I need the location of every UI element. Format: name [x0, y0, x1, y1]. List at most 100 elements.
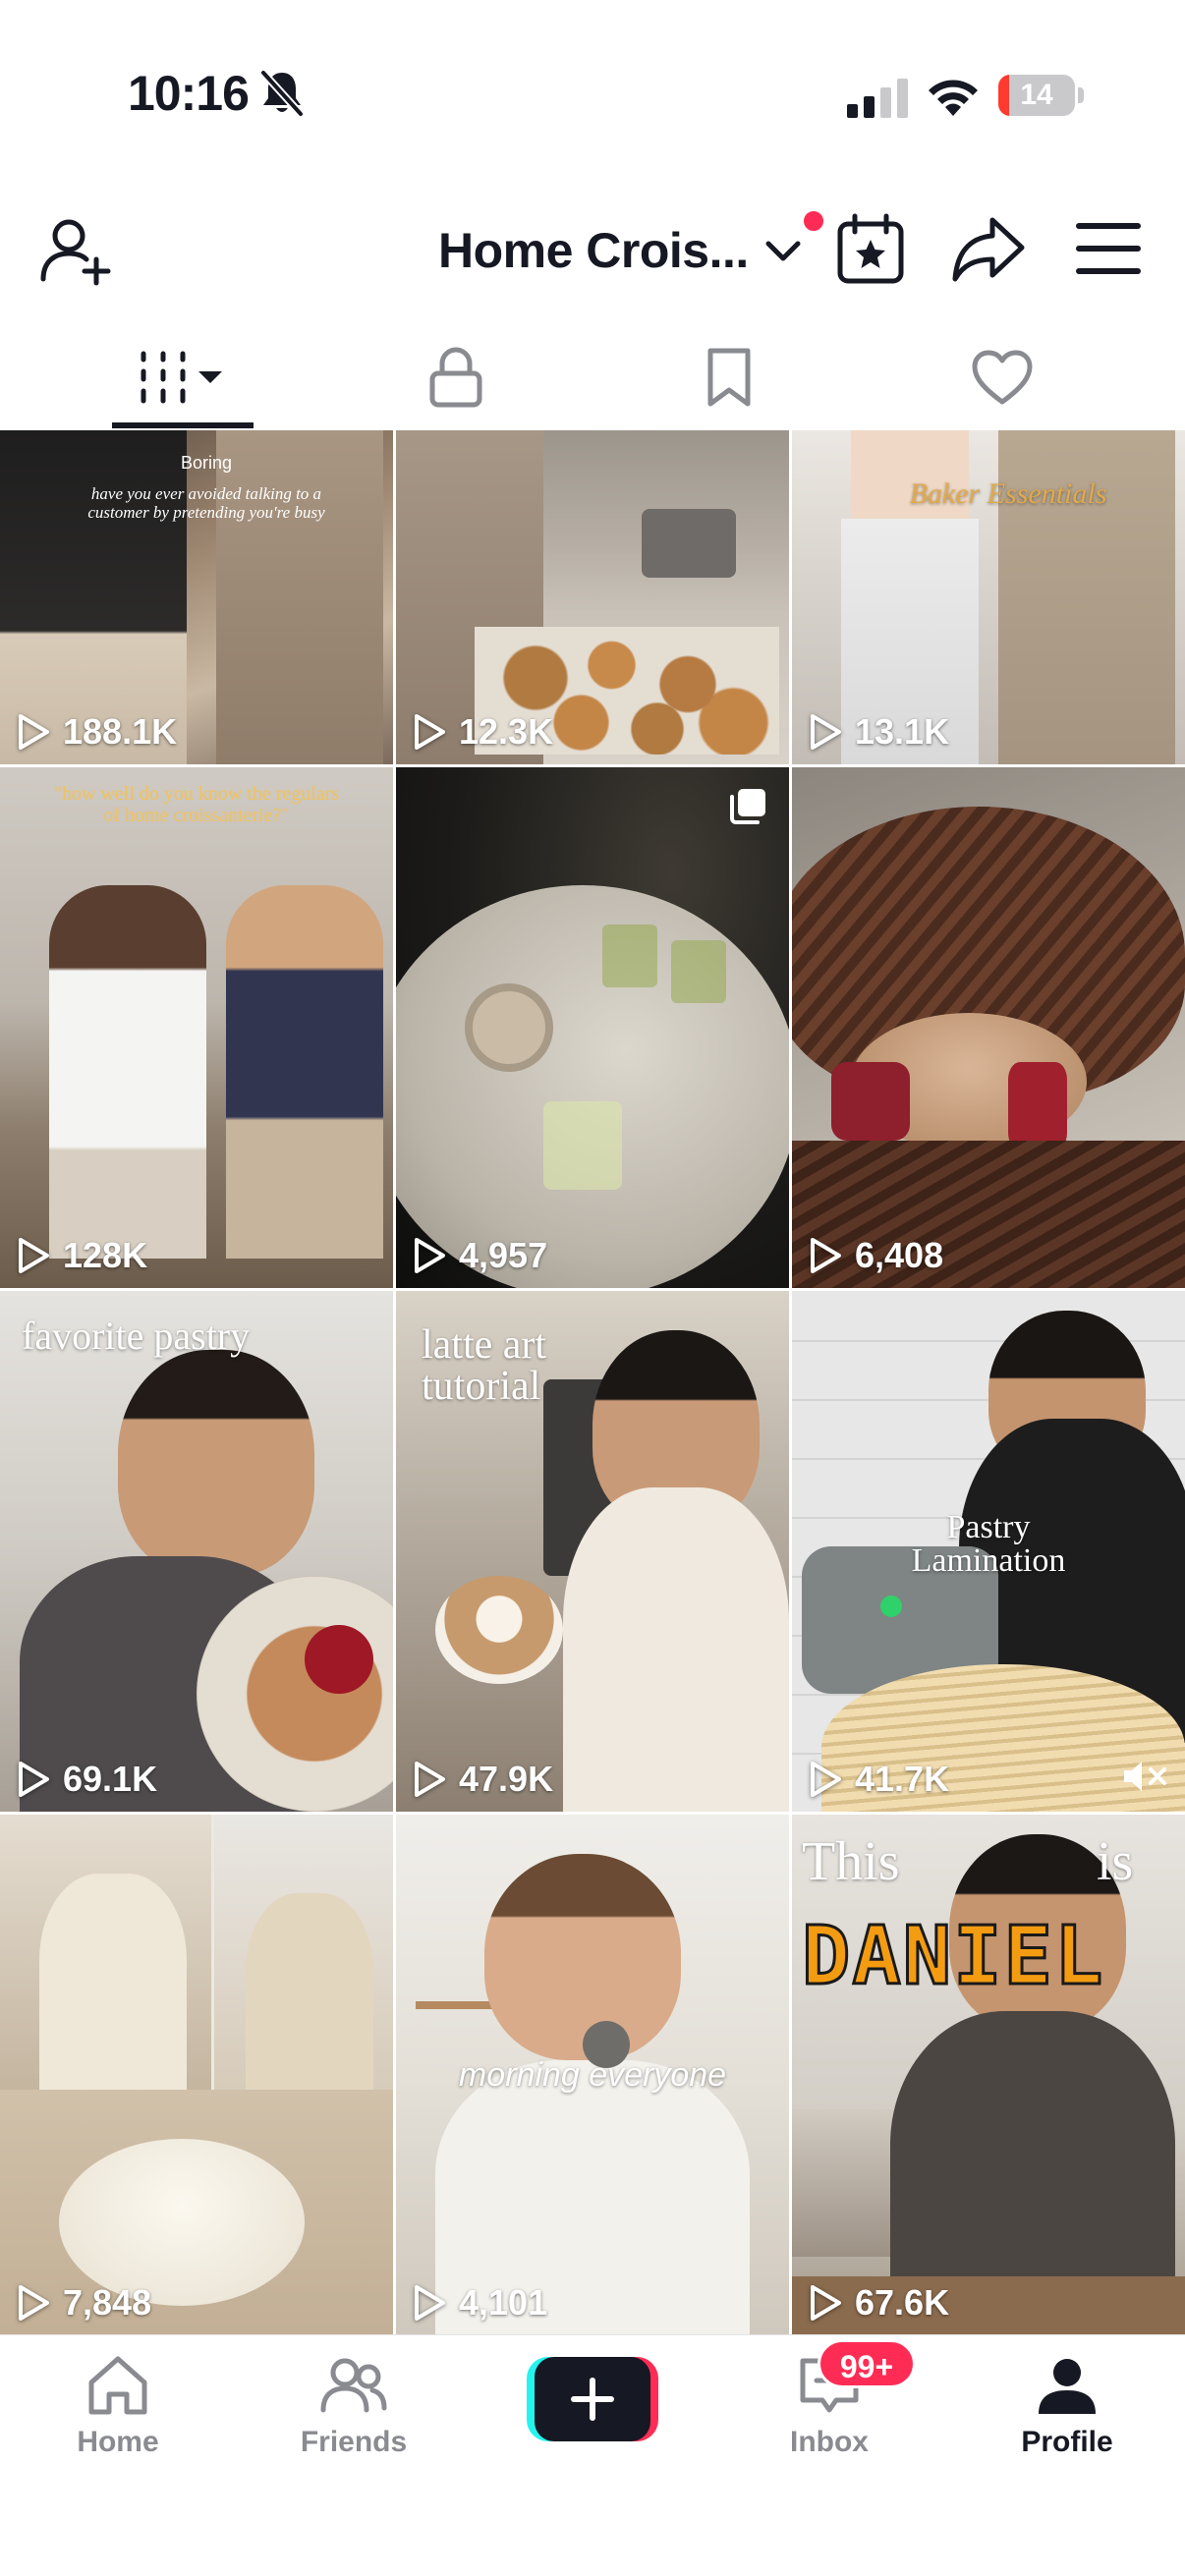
account-switcher[interactable]: Home Crois...	[438, 216, 804, 285]
overlay-title: Boring	[180, 453, 233, 473]
home-icon	[88, 2356, 147, 2415]
heart-icon	[972, 350, 1033, 405]
video-thumbnail[interactable]: 4,957	[396, 767, 789, 1288]
video-thumbnail[interactable]: favorite pastry 69.1K	[0, 1291, 393, 1812]
profile-tabs	[0, 324, 1185, 430]
nav-home-label: Home	[77, 2426, 159, 2458]
view-count: 67.6K	[808, 2282, 949, 2324]
hamburger-menu-icon[interactable]	[1073, 216, 1144, 281]
account-name: Home Crois...	[438, 223, 749, 278]
overlay-title: favorite pastry	[22, 1314, 251, 1358]
bell-slash-icon	[260, 70, 304, 117]
play-icon	[415, 1762, 445, 1797]
view-count-value: 41.7K	[855, 1759, 950, 1799]
add-user-icon[interactable]	[39, 214, 114, 289]
tab-videos[interactable]	[112, 324, 254, 430]
video-thumbnail[interactable]: latte art tutorial 47.9K	[396, 1291, 789, 1812]
tab-private[interactable]	[387, 324, 525, 430]
battery-percent: 14	[1020, 79, 1053, 111]
view-count: 69.1K	[16, 1759, 157, 1800]
chevron-down-icon	[765, 241, 801, 261]
video-thumbnail[interactable]: Baker Essentials 13.1K	[792, 430, 1185, 764]
play-icon	[19, 1762, 49, 1797]
view-count-value: 188.1K	[63, 711, 178, 752]
view-count-value: 67.6K	[855, 2282, 950, 2323]
wifi-icon	[929, 80, 978, 116]
create-button[interactable]	[527, 2357, 658, 2441]
battery-indicator: 14	[998, 75, 1084, 116]
active-tab-indicator	[112, 422, 254, 428]
play-icon	[19, 714, 49, 750]
play-icon	[811, 1238, 841, 1273]
view-count: 47.9K	[412, 1759, 553, 1800]
play-icon	[811, 2285, 841, 2321]
nav-profile-label: Profile	[1021, 2426, 1113, 2458]
calendar-star-icon[interactable]	[835, 212, 906, 287]
view-count: 41.7K	[808, 1759, 949, 1800]
friends-icon	[320, 2358, 387, 2413]
status-time: 10:16	[128, 66, 250, 121]
notification-dot	[801, 208, 826, 234]
view-count-value: 69.1K	[63, 1759, 158, 1799]
video-grid: Boring have you ever avoided talking to …	[0, 430, 1185, 2335]
muted-speaker-icon[interactable]	[1120, 1757, 1169, 1796]
plus-icon	[571, 2378, 614, 2421]
overlay-title-part1: This	[802, 1831, 900, 1892]
overlay-title: "how well do you know the regulars of ho…	[53, 783, 340, 826]
video-thumbnail[interactable]: Pastry Lamination 41.7K	[792, 1291, 1185, 1812]
share-arrow-icon[interactable]	[951, 214, 1026, 285]
nav-friends[interactable]: Friends	[265, 2351, 442, 2459]
profile-icon	[1039, 2359, 1096, 2414]
view-count-value: 4,101	[459, 2282, 548, 2323]
view-count-value: 47.9K	[459, 1759, 554, 1799]
view-count: 128K	[16, 1235, 147, 1276]
play-icon	[811, 1762, 841, 1797]
video-thumbnail[interactable]: 12.3K	[396, 430, 789, 764]
video-thumbnail[interactable]: 6,408	[792, 767, 1185, 1288]
view-count: 4,101	[412, 2282, 547, 2324]
view-count-value: 4,957	[459, 1235, 548, 1275]
tab-favorites[interactable]	[660, 324, 798, 430]
overlay-title: morning everyone	[458, 2056, 727, 2094]
play-icon	[415, 2285, 445, 2321]
view-count: 13.1K	[808, 711, 949, 753]
nav-home[interactable]: Home	[29, 2351, 206, 2459]
view-count-value: 13.1K	[855, 711, 950, 752]
view-count-value: 12.3K	[459, 711, 554, 752]
view-count-value: 6,408	[855, 1235, 944, 1275]
video-thumbnail[interactable]: 7,848	[0, 1815, 393, 2335]
overlay-caption: have you ever avoided talking to a custo…	[87, 484, 325, 522]
play-icon	[19, 1238, 49, 1273]
overlay-title: Baker Essentials	[909, 477, 1107, 510]
lock-icon	[429, 347, 482, 408]
bookmark-icon	[707, 348, 751, 407]
overlay-title-part3: DANIEL	[800, 1910, 1105, 2003]
view-count: 7,848	[16, 2282, 151, 2324]
play-icon	[811, 714, 841, 750]
play-icon	[415, 714, 445, 750]
view-count: 12.3K	[412, 711, 553, 753]
overlay-title: latte art tutorial	[422, 1322, 547, 1409]
tab-liked[interactable]	[933, 324, 1071, 430]
video-thumbnail[interactable]: morning everyone 4,101	[396, 1815, 789, 2335]
profile-header: Home Crois...	[0, 187, 1185, 314]
overlay-title: Pastry Lamination	[911, 1509, 1066, 1579]
status-bar: 10:16 14	[0, 0, 1185, 187]
view-count-value: 128K	[63, 1235, 148, 1275]
nav-profile[interactable]: Profile	[979, 2351, 1156, 2459]
bottom-navigation: Home Friends Inbox 99+ Profile	[0, 2334, 1185, 2576]
video-thumbnail[interactable]: "how well do you know the regulars of ho…	[0, 767, 393, 1288]
grid-icon	[141, 351, 222, 404]
view-count: 4,957	[412, 1235, 547, 1276]
play-icon	[415, 1238, 445, 1273]
video-thumbnail[interactable]: Boring have you ever avoided talking to …	[0, 430, 393, 764]
nav-friends-label: Friends	[300, 2426, 408, 2458]
overlay-title-part2: is	[1097, 1831, 1134, 1892]
multiple-photos-icon	[730, 789, 765, 824]
view-count: 188.1K	[16, 711, 177, 753]
view-count-value: 7,848	[63, 2282, 152, 2323]
inbox-badge: 99+	[818, 2339, 916, 2388]
view-count: 6,408	[808, 1235, 943, 1276]
video-thumbnail[interactable]: This is DANIEL 67.6K	[792, 1815, 1185, 2335]
play-icon	[19, 2285, 49, 2321]
